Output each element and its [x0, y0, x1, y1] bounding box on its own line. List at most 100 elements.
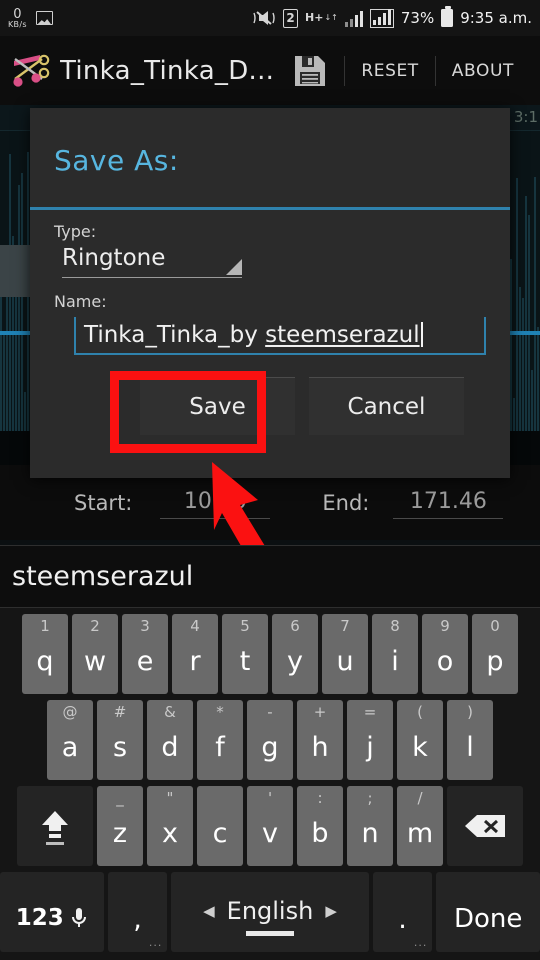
key-alt-label: 9: [440, 617, 450, 635]
key-j[interactable]: = j: [347, 700, 393, 780]
waveform-timestamp: 3:1: [513, 108, 538, 126]
keyboard-row-4: 123 , ... ◀ English ▶ . ... Done: [0, 872, 540, 952]
keyboard-row-3-letters: _ z " x c ' v: b; n / m: [97, 786, 443, 866]
key-h[interactable]: + h: [297, 700, 343, 780]
key-label: f: [215, 731, 225, 763]
key-alt-label: _: [116, 789, 124, 807]
text-caret: [420, 322, 423, 347]
key-alt-label: 5: [240, 617, 250, 635]
key-o[interactable]: 9o: [422, 614, 468, 694]
dialog-body: Type: Ringtone Name: Tinka_Tinka_by stee…: [30, 210, 510, 435]
key-label: j: [366, 731, 374, 763]
comma-key-dots: ...: [148, 936, 163, 949]
key-label: u: [336, 645, 354, 677]
key-a[interactable]: @ a: [47, 700, 93, 780]
key-label: v: [262, 817, 278, 849]
end-time-field[interactable]: 171.46: [393, 487, 504, 519]
key-t[interactable]: 5t: [222, 614, 268, 694]
battery-full-icon: [441, 6, 454, 27]
about-button[interactable]: ABOUT: [436, 61, 530, 81]
period-key-label: .: [398, 903, 407, 935]
key-alt-label: 6: [290, 617, 300, 635]
done-key[interactable]: Done: [436, 872, 540, 952]
key-alt-label: &: [164, 703, 176, 721]
key-alt-label: ': [267, 789, 273, 807]
key-d[interactable]: & d: [147, 700, 193, 780]
key-c[interactable]: c: [197, 786, 243, 866]
key-alt-label: ;: [367, 789, 373, 807]
key-p[interactable]: 0p: [472, 614, 518, 694]
key-f[interactable]: * f: [197, 700, 243, 780]
key-alt-label: (: [417, 703, 423, 721]
music-scissors-icon: [10, 51, 56, 91]
type-spinner[interactable]: Ringtone: [62, 245, 242, 278]
comma-key[interactable]: , ...: [107, 872, 168, 952]
network-type-icon: H+ ↓↑: [305, 12, 338, 23]
key-label: p: [486, 645, 504, 677]
key-alt-label: 7: [340, 617, 350, 635]
name-composing-text: steemserazul: [265, 322, 420, 348]
key-alt-label: 0: [490, 617, 500, 635]
key-label: i: [391, 645, 399, 677]
key-label: o: [436, 645, 454, 677]
start-time-field[interactable]: 106.0: [160, 487, 271, 519]
key-r[interactable]: 4r: [172, 614, 218, 694]
sim-badge-icon: 2: [283, 8, 299, 28]
key-y[interactable]: 6y: [272, 614, 318, 694]
key-w[interactable]: 2w: [72, 614, 118, 694]
key-m[interactable]: / m: [397, 786, 443, 866]
key-x[interactable]: " x: [147, 786, 193, 866]
key-label: d: [161, 731, 179, 763]
vibrate-mute-icon: [252, 9, 276, 27]
microphone-icon: [71, 908, 86, 927]
name-input[interactable]: Tinka_Tinka_by steemserazul: [74, 317, 486, 355]
numeric-mode-key[interactable]: 123: [0, 872, 104, 952]
space-key[interactable]: ◀ English ▶: [171, 872, 369, 952]
floppy-disk-icon[interactable]: [292, 53, 328, 89]
key-alt-label: -: [267, 703, 273, 721]
key-l[interactable]: ) l: [447, 700, 493, 780]
key-v[interactable]: ' v: [247, 786, 293, 866]
key-s[interactable]: # s: [97, 700, 143, 780]
prev-language-icon[interactable]: ◀: [203, 902, 215, 920]
app-bar: Tinka_Tinka_D... RESET ABOUT: [0, 36, 540, 105]
period-key[interactable]: . ...: [372, 872, 433, 952]
key-b[interactable]: :b: [297, 786, 343, 866]
cancel-button[interactable]: Cancel: [309, 377, 464, 435]
name-plain-text: Tinka_Tinka_by: [84, 322, 266, 348]
suggestion-bar[interactable]: steemserazul: [0, 545, 540, 608]
key-label: m: [406, 817, 434, 849]
keyboard-row-3: _ z " x c ' v: b; n / m: [0, 786, 540, 866]
key-alt-label: ): [467, 703, 473, 721]
space-key-label: English: [226, 896, 314, 925]
save-button[interactable]: Save: [140, 377, 295, 435]
key-e[interactable]: 3e: [122, 614, 168, 694]
key-n[interactable]: ; n: [347, 786, 393, 866]
key-alt-label: /: [417, 789, 423, 807]
suggestion-word[interactable]: steemserazul: [12, 561, 193, 592]
status-bar: 0 KB/s 2 H+ ↓↑ 73% 9:35 a.m.: [0, 0, 540, 36]
shift-key-icon[interactable]: [17, 786, 93, 866]
key-label: k: [412, 731, 428, 763]
keyboard-row-1: 1q2w3e4r5t6y7u8i9o0p: [0, 614, 540, 694]
key-i[interactable]: 8i: [372, 614, 418, 694]
key-u[interactable]: 7u: [322, 614, 368, 694]
spinner-triangle-icon: [226, 259, 242, 275]
key-z[interactable]: _ z: [97, 786, 143, 866]
done-key-label: Done: [453, 904, 523, 934]
reset-button[interactable]: RESET: [345, 61, 434, 81]
key-g[interactable]: -g: [247, 700, 293, 780]
key-k[interactable]: (k: [397, 700, 443, 780]
numeric-mic-group: 123: [16, 905, 88, 931]
key-q[interactable]: 1q: [22, 614, 68, 694]
backspace-key-icon[interactable]: [447, 786, 523, 866]
next-language-icon[interactable]: ▶: [325, 902, 337, 920]
key-label: r: [189, 645, 201, 677]
key-alt-label: 2: [90, 617, 100, 635]
key-label: x: [162, 817, 178, 849]
comma-key-label: ,: [133, 903, 142, 935]
key-label: q: [36, 645, 54, 677]
key-label: c: [212, 817, 228, 849]
signal-bars-boxed-icon: [370, 8, 394, 28]
key-alt-label: 4: [190, 617, 200, 635]
